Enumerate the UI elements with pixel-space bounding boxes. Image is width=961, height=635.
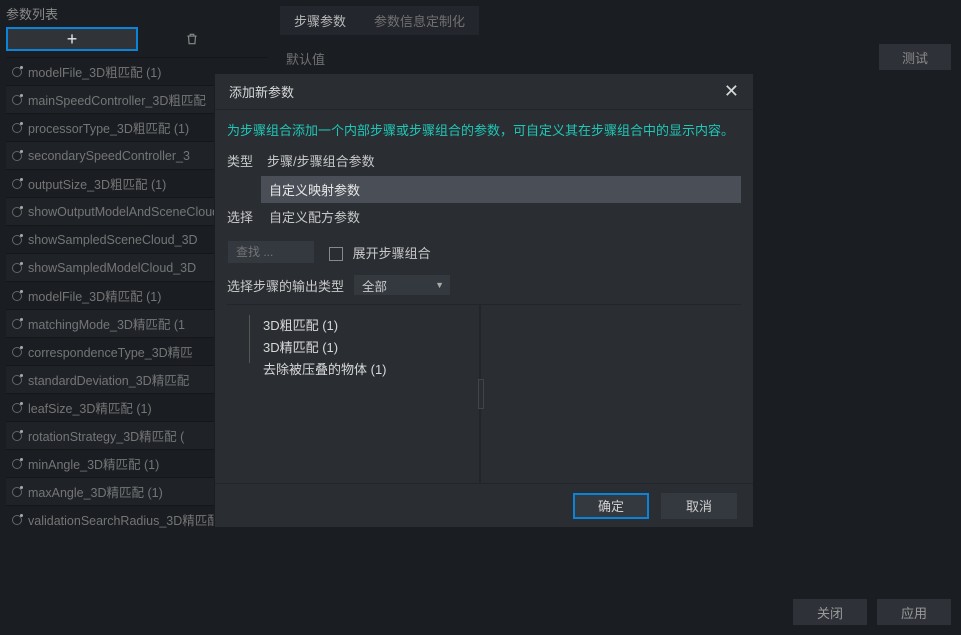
ok-button[interactable]: 确定 xyxy=(573,493,649,519)
add-param-dialog: 添加新参数 ✕ 为步骤组合添加一个内部步骤或步骤组合的参数，可自定义其在步骤组合… xyxy=(214,73,754,528)
tabs: 步骤参数 参数信息定制化 xyxy=(278,6,955,35)
param-node-icon xyxy=(12,235,22,245)
param-node-icon xyxy=(12,179,22,189)
tab-step-params[interactable]: 步骤参数 xyxy=(280,6,360,35)
tree-area: 3D粗匹配 (1) 3D精匹配 (1) 去除被压叠的物体 (1) xyxy=(227,304,741,483)
dialog-title: 添加新参数 xyxy=(229,82,294,101)
apply-button[interactable]: 应用 xyxy=(877,599,951,625)
step-tree[interactable]: 3D粗匹配 (1) 3D精匹配 (1) 去除被压叠的物体 (1) xyxy=(227,305,479,483)
param-node-icon xyxy=(12,515,22,525)
type-label: 类型 xyxy=(227,151,261,170)
type-option-mapping[interactable]: 自定义映射参数 xyxy=(261,176,741,203)
chevron-down-icon: ▼ xyxy=(435,280,444,290)
plus-icon: + xyxy=(67,29,78,50)
type-option-selected-row: 自定义映射参数 xyxy=(227,176,741,203)
param-item-label: mainSpeedController_3D粗匹配 xyxy=(28,90,206,109)
param-item-label: minAngle_3D精匹配 (1) xyxy=(28,454,159,473)
delete-param-button[interactable] xyxy=(142,27,242,51)
tree-guide-line xyxy=(249,315,250,363)
param-item-label: matchingMode_3D精匹配 (1 xyxy=(28,314,185,333)
param-item-label: secondarySpeedController_3 xyxy=(28,149,190,163)
expand-checkbox-wrap[interactable]: 展开步骤组合 xyxy=(329,243,431,262)
right-panel: 步骤参数 参数信息定制化 默认值 测试 xyxy=(278,6,955,68)
tree-item[interactable]: 3D精匹配 (1) xyxy=(263,337,479,356)
param-node-icon xyxy=(12,291,22,301)
param-node-icon xyxy=(12,347,22,357)
param-item-label: leafSize_3D精匹配 (1) xyxy=(28,398,152,417)
type-header: 步骤/步骤组合参数 xyxy=(261,149,381,172)
output-filter-row: 选择步骤的输出类型 全部 ▼ xyxy=(227,274,741,296)
type-dropdown[interactable]: 自定义映射参数 xyxy=(261,176,741,203)
cancel-button[interactable]: 取消 xyxy=(661,493,737,519)
close-button[interactable]: 关闭 xyxy=(793,599,867,625)
param-node-icon xyxy=(12,487,22,497)
select-label: 选择 xyxy=(227,207,261,226)
close-icon[interactable]: ✕ xyxy=(724,81,739,102)
param-item-label: validationSearchRadius_3D精匹配 (1) xyxy=(28,510,239,529)
filter-row: 展开步骤组合 xyxy=(227,240,741,264)
select-row: 选择 自定义配方参数 xyxy=(227,203,741,230)
default-value-label: 默认值 xyxy=(286,49,955,68)
param-node-icon xyxy=(12,207,22,217)
debug-button[interactable]: 测试 xyxy=(879,44,951,70)
dialog-body: 为步骤组合添加一个内部步骤或步骤组合的参数，可自定义其在步骤组合中的显示内容。 … xyxy=(215,110,753,483)
output-type-value: 全部 xyxy=(362,276,387,295)
param-node-icon xyxy=(12,263,22,273)
param-node-icon xyxy=(12,67,22,77)
bottom-buttons: 关闭 应用 xyxy=(793,599,951,625)
param-item-label: standardDeviation_3D精匹配 xyxy=(28,370,189,389)
param-item-label: showOutputModelAndSceneCloud xyxy=(28,205,219,219)
param-node-icon xyxy=(12,95,22,105)
splitter-handle[interactable] xyxy=(479,305,481,483)
param-item-label: showSampledSceneCloud_3D xyxy=(28,233,198,247)
output-type-select[interactable]: 全部 ▼ xyxy=(353,274,451,296)
param-item-label: modelFile_3D粗匹配 (1) xyxy=(28,62,161,81)
dialog-footer: 确定 取消 xyxy=(215,483,753,527)
param-node-icon xyxy=(12,375,22,385)
dialog-titlebar: 添加新参数 ✕ xyxy=(215,74,753,110)
param-node-icon xyxy=(12,151,22,161)
param-node-icon xyxy=(12,459,22,469)
param-item-label: correspondenceType_3D精匹 xyxy=(28,342,193,361)
param-item-label: outputSize_3D粗匹配 (1) xyxy=(28,174,166,193)
expand-label: 展开步骤组合 xyxy=(353,246,431,261)
tree-item[interactable]: 去除被压叠的物体 (1) xyxy=(263,359,479,378)
param-item-label: maxAngle_3D精匹配 (1) xyxy=(28,482,163,501)
add-param-button[interactable]: + xyxy=(6,27,138,51)
tab-param-custom[interactable]: 参数信息定制化 xyxy=(360,6,479,35)
type-row: 类型 步骤/步骤组合参数 xyxy=(227,149,741,172)
dialog-hint: 为步骤组合添加一个内部步骤或步骤组合的参数，可自定义其在步骤组合中的显示内容。 xyxy=(227,120,741,139)
param-node-icon xyxy=(12,319,22,329)
checkbox-icon xyxy=(329,247,343,261)
type-option-recipe[interactable]: 自定义配方参数 xyxy=(261,203,741,230)
param-toolbar: + xyxy=(6,27,268,51)
param-item-label: rotationStrategy_3D精匹配 ( xyxy=(28,426,184,445)
param-item-label: processorType_3D粗匹配 (1) xyxy=(28,118,189,137)
param-list-title: 参数列表 xyxy=(6,4,268,23)
param-node-icon xyxy=(12,123,22,133)
tree-item[interactable]: 3D粗匹配 (1) xyxy=(263,315,479,334)
search-input[interactable] xyxy=(227,240,315,264)
output-type-label: 选择步骤的输出类型 xyxy=(227,276,353,295)
param-node-icon xyxy=(12,403,22,413)
param-item-label: showSampledModelCloud_3D xyxy=(28,261,196,275)
param-node-icon xyxy=(12,431,22,441)
trash-icon xyxy=(185,32,199,46)
param-item-label: modelFile_3D精匹配 (1) xyxy=(28,286,161,305)
